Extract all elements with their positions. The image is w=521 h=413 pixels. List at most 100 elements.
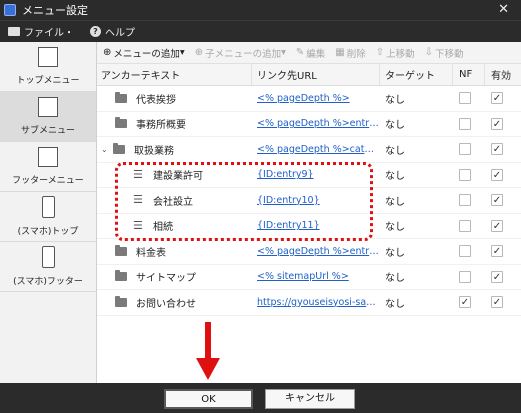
nf-checkbox[interactable] [459,194,471,207]
url-link[interactable]: {ID:entry9} [257,169,314,180]
url-cell: {ID:entry9} [252,163,380,188]
nf-cell [453,265,485,290]
delete-button[interactable]: ▦ 削除 [335,46,365,60]
nf-checkbox[interactable] [459,270,471,283]
nf-checkbox[interactable] [459,219,471,232]
anchor-text: 相続 [153,222,173,234]
url-link[interactable]: {ID:entry10} [257,195,320,206]
url-cell: {ID:entry11} [252,214,380,239]
table-row[interactable]: お問い合わせ https://gyouseisyosi-sample なし ✓ … [97,290,521,316]
folder-icon [115,270,127,282]
cancel-button[interactable]: キャンセル [265,389,355,409]
url-link[interactable]: <% sitemapUrl %> [257,271,349,282]
target-cell: なし [385,196,405,208]
sidebar-item-sub-menu[interactable]: サブメニュー [0,92,96,142]
close-icon[interactable]: ✕ [498,2,509,17]
table-row[interactable]: ☰ 建設業許可 {ID:entry9} なし ✓ [97,163,521,188]
valid-checkbox[interactable]: ✓ [491,168,503,181]
nf-cell [453,112,485,137]
column-header-valid[interactable]: 有効 [485,64,521,85]
nf-checkbox[interactable] [459,245,471,258]
sidebar-item-footer-menu[interactable]: フッターメニュー [0,142,96,192]
move-up-button[interactable]: ⇧ 上移動 [376,46,415,60]
url-cell: <% pageDepth %>categor [252,137,380,162]
window-layout-icon [38,147,58,167]
nf-checkbox[interactable] [459,168,471,181]
sidebar-item-label: サブメニュー [20,126,75,136]
valid-checkbox[interactable]: ✓ [491,117,503,130]
column-header-target[interactable]: ターゲット [380,64,453,85]
add-menu-button[interactable]: ⊕ メニューの追加 ▾ [103,46,185,60]
url-cell: <% pageDepth %> [252,86,380,111]
nf-checkbox[interactable] [459,117,471,130]
anchor-cell: ☰ 建設業許可 [97,163,252,188]
add-submenu-button[interactable]: ⊕ 子メニューの追加 ▾ [195,46,286,60]
table-row[interactable]: 事務所概要 <% pageDepth %>entry1. なし ✓ [97,112,521,137]
valid-cell: ✓ [485,86,521,111]
valid-checkbox[interactable]: ✓ [491,219,503,232]
sidebar-item-phone-footer[interactable]: (スマホ)フッター [0,242,96,292]
ok-button[interactable]: OK [164,389,253,409]
valid-cell: ✓ [485,137,521,162]
arrow-down-icon: ⇩ [424,47,434,58]
folder-icon [115,244,127,256]
list-icon: ☰ [133,193,143,207]
folder-icon [115,117,127,129]
add-menu-label: メニューの追加 [113,48,180,60]
anchor-text: 代表挨拶 [136,94,176,106]
menu-file-label: ファイル・ [24,28,74,39]
nf-cell [453,137,485,162]
nf-checkbox[interactable]: ✓ [459,296,471,309]
plus-circle-icon: ⊕ [103,47,112,58]
menu-help[interactable]: ? ヘルプ [90,24,135,39]
menu-help-label: ヘルプ [105,28,135,39]
valid-checkbox[interactable]: ✓ [491,143,503,156]
menu-file[interactable]: ファイル・ [8,24,74,39]
column-header-url[interactable]: リンク先URL [252,64,380,85]
anchor-cell: 代表挨拶 [97,86,252,111]
arrow-down-annotation-icon [196,322,220,380]
valid-cell: ✓ [485,214,521,239]
url-link[interactable]: {ID:entry11} [257,220,320,231]
valid-checkbox[interactable]: ✓ [491,92,503,105]
table-row[interactable]: ☰ 会社設立 {ID:entry10} なし ✓ [97,188,521,214]
url-link[interactable]: <% pageDepth %>categor [257,144,379,155]
table-row[interactable]: ☰ 相続 {ID:entry11} なし ✓ [97,214,521,239]
dropdown-arrow-icon: ▾ [179,47,185,58]
arrow-up-icon: ⇧ [375,47,385,58]
sidebar-item-label: トップメニュー [16,76,80,86]
sidebar-item-label: フッターメニュー [12,176,84,186]
column-header-nf[interactable]: NF [453,64,485,85]
window-title: メニュー設定 [22,4,88,17]
url-cell: https://gyouseisyosi-sample [252,290,380,315]
valid-checkbox[interactable]: ✓ [491,194,503,207]
chevron-down-icon[interactable]: ⌄ [101,145,111,154]
sidebar-item-label: (スマホ)フッター [13,277,83,287]
sidebar-item-phone-top[interactable]: (スマホ)トップ [0,192,96,242]
table-row[interactable]: 料金表 <% pageDepth %>entry5. なし ✓ [97,239,521,265]
url-link[interactable]: <% pageDepth %>entry5. [257,246,379,257]
valid-checkbox[interactable]: ✓ [491,296,503,309]
valid-cell: ✓ [485,265,521,290]
sidebar-item-top-menu[interactable]: トップメニュー [0,42,96,92]
url-link[interactable]: <% pageDepth %>entry1. [257,118,379,129]
nf-checkbox[interactable] [459,92,471,105]
nf-checkbox[interactable] [459,143,471,156]
window-layout-icon [38,47,58,67]
sidebar: トップメニュー サブメニュー フッターメニュー (スマホ)トップ (スマホ)フッ… [0,42,97,383]
edit-button[interactable]: ✎ 編集 [296,46,325,60]
menu-bar: ファイル・ ? ヘルプ [0,20,521,42]
anchor-cell: ⌄ 取扱業務 [97,137,252,162]
anchor-cell: ☰ 会社設立 [97,188,252,213]
valid-cell: ✓ [485,290,521,315]
table-row[interactable]: サイトマップ <% sitemapUrl %> なし ✓ [97,265,521,290]
table-row[interactable]: 代表挨拶 <% pageDepth %> なし ✓ [97,86,521,112]
url-link[interactable]: https://gyouseisyosi-sample [257,297,379,308]
valid-checkbox[interactable]: ✓ [491,245,503,258]
column-header-anchor[interactable]: アンカーテキスト [97,64,252,85]
table-row[interactable]: ⌄ 取扱業務 <% pageDepth %>categor なし ✓ [97,137,521,163]
valid-checkbox[interactable]: ✓ [491,270,503,283]
url-link[interactable]: <% pageDepth %> [257,93,350,104]
plus-circle-icon: ⊕ [194,47,204,58]
move-down-button[interactable]: ⇩ 下移動 [425,46,464,60]
